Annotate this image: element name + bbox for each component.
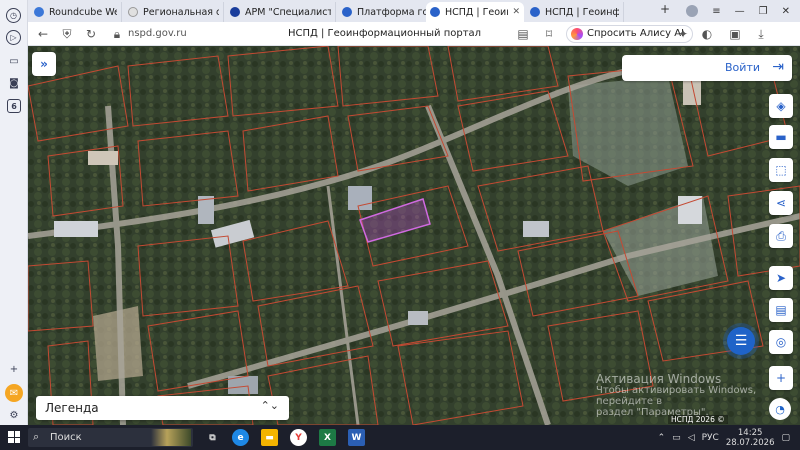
- tab-favicon-icon: [128, 7, 138, 17]
- select-area-icon[interactable]: ⬚: [769, 158, 793, 182]
- url-field[interactable]: nspd.gov.ru: [128, 28, 187, 39]
- settings-icon[interactable]: ⚙: [5, 406, 23, 424]
- excel-icon[interactable]: X: [319, 429, 336, 446]
- mail-icon[interactable]: ✉: [5, 384, 23, 402]
- browser-sidebar: ◷ ▷ ▭ ◙ 6 + ✉ ⚙: [0, 0, 28, 425]
- menu-icon[interactable]: ≡: [712, 6, 720, 17]
- ask-alice-button[interactable]: Спросить Алису AI: [566, 25, 693, 43]
- tab-roundcube[interactable]: Roundcube Webmail: [30, 2, 122, 22]
- reload-icon[interactable]: ↻: [84, 27, 98, 41]
- notifications-icon[interactable]: ▢: [781, 433, 790, 443]
- watermark-line: Активация Windows: [596, 372, 722, 386]
- address-bar: ← ⛨ ↻ 🔒︎ nspd.gov.ru НСПД | Геоинформаци…: [28, 22, 800, 46]
- restore-icon[interactable]: ❐: [759, 6, 768, 17]
- word-icon[interactable]: W: [348, 429, 365, 446]
- search-icon: ⌕: [33, 430, 40, 443]
- new-tab-button[interactable]: +: [658, 3, 672, 17]
- expand-panel-button[interactable]: »: [32, 52, 56, 76]
- tab-label: АРМ "Специалист": [245, 6, 331, 18]
- bookmark-star-icon[interactable]: ⌑: [542, 27, 556, 41]
- tab-nspd[interactable]: НСПД | Геоинформ: [526, 2, 624, 22]
- tab-favicon-icon: [430, 7, 440, 17]
- search-placeholder: Поиск: [50, 432, 82, 443]
- tab-nspd-active[interactable]: НСПД | Геоинформ ✕: [426, 2, 524, 22]
- tab-gov-platform[interactable]: Платформа государ: [338, 2, 434, 22]
- play-icon[interactable]: ▷: [6, 30, 21, 45]
- login-icon: ⇥: [772, 59, 784, 75]
- page-title: НСПД | Геоинформационный портал: [288, 28, 482, 39]
- tab-favicon-icon: [230, 7, 240, 17]
- taskbar-search[interactable]: ⌕ Поиск: [28, 428, 193, 447]
- history-icon[interactable]: ◷: [6, 8, 21, 23]
- add-icon[interactable]: +: [5, 360, 23, 378]
- basemap-icon[interactable]: ▤: [769, 298, 793, 322]
- profile-icon[interactable]: [686, 5, 699, 17]
- legend-dropdown[interactable]: Легенда ⌃⌄: [36, 396, 289, 420]
- reader-icon[interactable]: ▤: [516, 27, 530, 41]
- back-icon[interactable]: ←: [36, 27, 50, 41]
- tab-label: НСПД | Геоинформ: [445, 6, 508, 18]
- clock[interactable]: 14:25 28.07.2026: [726, 428, 775, 448]
- tab-bar: Roundcube Webmail Региональная систе АРМ…: [28, 0, 800, 22]
- layers-icon[interactable]: ◈: [769, 94, 793, 118]
- window-controls: ≡ — ❐ ✕: [686, 0, 800, 22]
- collections-icon[interactable]: ▣: [728, 27, 742, 41]
- windows-start-icon[interactable]: [8, 431, 20, 443]
- taskbar: ⌕ Поиск ⧉ e ▬ Y X W ⌃ ▭ ◁ РУС 14:25 28.0…: [0, 425, 800, 450]
- tab-label: НСПД | Геоинформ: [545, 6, 619, 18]
- copyright-text: НСПД 2026 ©: [668, 415, 728, 424]
- close-window-icon[interactable]: ✕: [782, 6, 790, 17]
- geo-marker-icon[interactable]: ◎: [769, 330, 793, 354]
- tab-favicon-icon: [530, 7, 540, 17]
- ask-alice-label: Спросить Алису AI: [587, 28, 684, 39]
- satellite-map[interactable]: [28, 46, 800, 425]
- edge-icon[interactable]: e: [232, 429, 249, 446]
- language-indicator[interactable]: РУС: [702, 433, 719, 443]
- tab-label: Roundcube Webmail: [49, 6, 117, 18]
- legend-label: Легенда: [45, 401, 99, 415]
- print-icon[interactable]: ⎙: [769, 224, 793, 248]
- chevron-updown-icon: ⌃⌄: [260, 399, 279, 412]
- volume-icon[interactable]: ◁: [688, 433, 695, 443]
- extension-icon[interactable]: ✦: [676, 27, 690, 41]
- tab-favicon-icon: [342, 7, 352, 17]
- search-highlight-image: [151, 429, 191, 446]
- bookmark-icon[interactable]: ▭: [5, 52, 23, 70]
- explorer-icon[interactable]: ▬: [261, 429, 278, 446]
- download-icon[interactable]: ⤓: [754, 27, 768, 42]
- shield-icon[interactable]: ⛨: [60, 27, 74, 42]
- tab-regional-system[interactable]: Региональная систе: [124, 2, 224, 22]
- minimize-icon[interactable]: —: [735, 6, 745, 17]
- locate-icon[interactable]: ➤: [769, 266, 793, 290]
- nspd-logo-icon[interactable]: ◔: [769, 398, 791, 420]
- close-tab-icon[interactable]: ✕: [512, 7, 520, 17]
- tab-arm-specialist[interactable]: АРМ "Специалист": [226, 2, 336, 22]
- tab-favicon-icon: [34, 7, 44, 17]
- login-label: Войти: [725, 61, 760, 74]
- system-tray: ⌃ ▭ ◁ РУС 14:25 28.07.2026 ▢: [658, 427, 790, 449]
- clock-time: 14:25: [737, 428, 763, 438]
- camera-icon[interactable]: ◙: [5, 74, 23, 92]
- ruler-icon[interactable]: ▬: [769, 125, 793, 149]
- map-view[interactable]: » Войти ⇥ ◈ ▬ ⬚ ⋖ ⎙ ➤ ▤ ◎ + ☰ Активация …: [28, 46, 800, 425]
- lock-icon: 🔒︎: [113, 27, 121, 41]
- chat-icon[interactable]: ☰: [727, 327, 755, 355]
- alice-icon: [571, 28, 583, 40]
- chevron-up-icon[interactable]: ⌃: [658, 433, 666, 443]
- network-icon[interactable]: ▭: [672, 433, 681, 443]
- clock-date: 28.07.2026: [725, 438, 775, 448]
- tab-label: Региональная систе: [143, 6, 219, 18]
- yandex-browser-icon[interactable]: Y: [290, 429, 307, 446]
- tab-label: Платформа государ: [357, 6, 429, 18]
- task-view-icon[interactable]: ⧉: [204, 429, 221, 446]
- sidebar-badge[interactable]: 6: [7, 99, 21, 113]
- login-button[interactable]: Войти ⇥: [622, 55, 792, 81]
- share-icon[interactable]: ⋖: [769, 191, 793, 215]
- toggle-icon[interactable]: ◐: [700, 27, 714, 41]
